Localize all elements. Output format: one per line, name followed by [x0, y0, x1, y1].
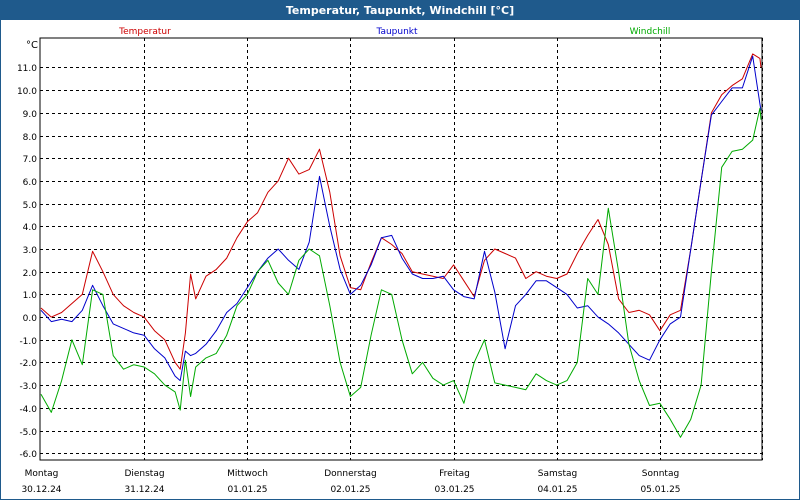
y-tick-label: -1.0 — [19, 337, 37, 347]
x-tick-day: Freitag — [439, 469, 470, 479]
legend-entry-temperatur: Temperatur — [118, 27, 171, 37]
x-tick-day: Montag — [25, 469, 59, 479]
y-tick-label: 4.0 — [23, 223, 38, 233]
x-tick-day: Donnerstag — [324, 469, 377, 479]
x-tick-date: 31.12.24 — [124, 485, 164, 495]
x-tick-date: 05.01.25 — [640, 485, 680, 495]
y-tick-label: -2.0 — [19, 359, 37, 369]
legend-entry-windchill: Windchill — [630, 27, 671, 37]
y-tick-label: 1.0 — [23, 291, 38, 301]
y-tick-label: 10.0 — [17, 87, 37, 97]
y-tick-label: 7.0 — [23, 155, 38, 165]
x-tick-date: 04.01.25 — [537, 485, 577, 495]
y-axis-unit: °C — [26, 40, 38, 51]
y-tick-label: -5.0 — [19, 428, 37, 438]
x-tick-date: 02.01.25 — [330, 485, 370, 495]
x-tick-date: 03.01.25 — [434, 485, 474, 495]
y-tick-label: 3.0 — [23, 246, 38, 256]
legend: Temperatur Taupunkt Windchill — [118, 27, 670, 37]
y-tick-label: 5.0 — [23, 201, 38, 211]
y-tick-label: -4.0 — [19, 405, 37, 415]
x-tick-day: Mittwoch — [227, 469, 268, 479]
y-tick-label: 6.0 — [23, 178, 38, 188]
y-tick-label: 9.0 — [23, 110, 38, 120]
legend-entry-taupunkt: Taupunkt — [375, 27, 418, 37]
y-tick-label: 2.0 — [23, 269, 38, 279]
x-tick-day: Sonntag — [642, 469, 679, 479]
y-tick-label: -6.0 — [19, 450, 37, 460]
x-tick-day: Dienstag — [124, 469, 164, 479]
chart-canvas: 11.0 10.0 9.0 8.0 7.0 6.0 5.0 4.0 3.0 2.0 1.0 0.0 -1… — [17, 27, 763, 495]
x-tick-date: 30.12.24 — [21, 485, 61, 495]
y-tick-label: 0.0 — [23, 314, 38, 324]
y-tick-label: 8.0 — [23, 133, 38, 143]
x-tick-day: Samstag — [538, 469, 577, 479]
y-tick-label: -3.0 — [19, 382, 37, 392]
y-tick-label: 11.0 — [17, 64, 37, 74]
x-tick-date: 01.01.25 — [227, 485, 267, 495]
